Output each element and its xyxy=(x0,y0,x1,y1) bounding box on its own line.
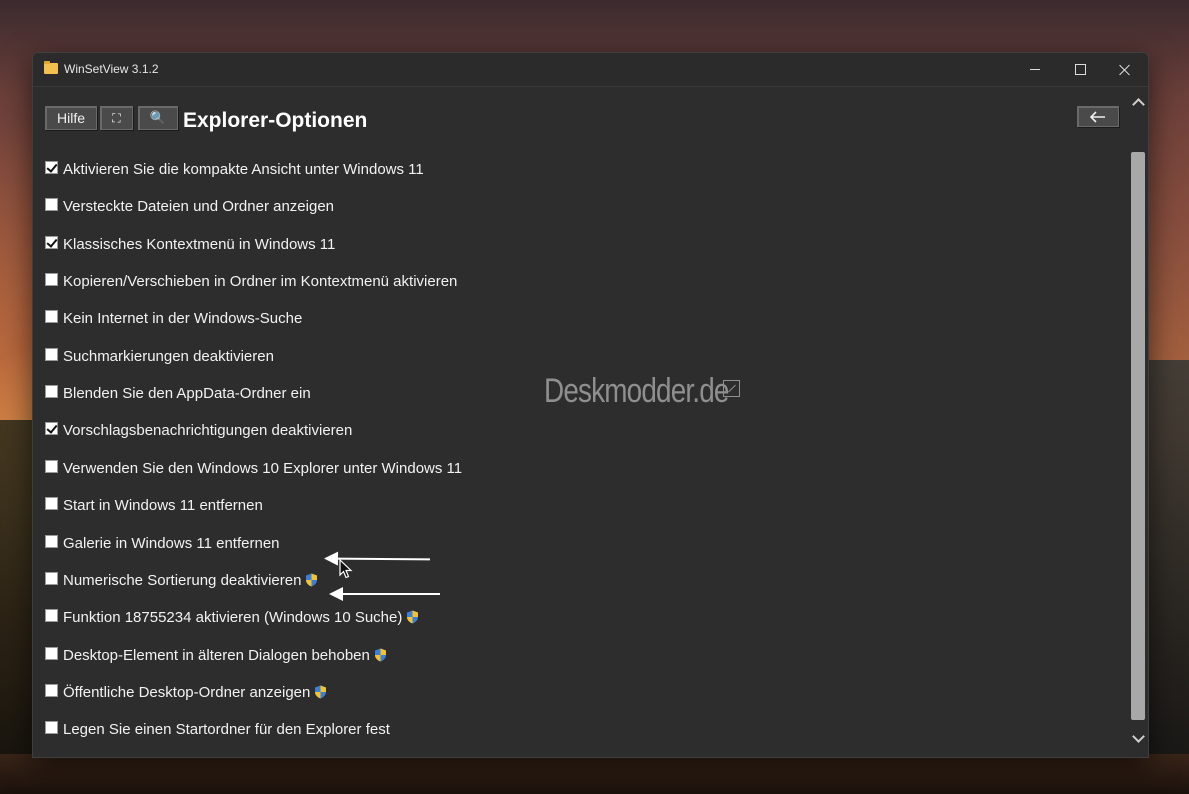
maximize-button[interactable] xyxy=(1057,53,1103,86)
option-row[interactable]: Kopieren/Verschieben in Ordner im Kontex… xyxy=(45,271,457,291)
option-label[interactable]: Kopieren/Verschieben in Ordner im Kontex… xyxy=(63,273,457,290)
window-title: WinSetView 3.1.2 xyxy=(64,62,159,76)
arrow-left-icon xyxy=(1090,110,1105,123)
watermark: Deskmodder.de xyxy=(544,372,729,410)
uac-shield-icon xyxy=(407,610,419,624)
watermark-logo-icon xyxy=(723,380,740,397)
minimize-button[interactable] xyxy=(1012,53,1058,86)
option-checkbox[interactable] xyxy=(45,161,58,174)
option-checkbox[interactable] xyxy=(45,647,58,660)
option-checkbox[interactable] xyxy=(45,572,58,585)
option-checkbox[interactable] xyxy=(45,348,58,361)
option-row[interactable]: Numerische Sortierung deaktivieren xyxy=(45,570,318,590)
option-row[interactable]: Verwenden Sie den Windows 10 Explorer un… xyxy=(45,458,462,478)
option-row[interactable]: Galerie in Windows 11 entfernen xyxy=(45,533,280,553)
option-label[interactable]: Desktop-Element in älteren Dialogen beho… xyxy=(63,647,370,664)
title-bar[interactable]: WinSetView 3.1.2 xyxy=(33,53,1148,87)
option-label[interactable]: Numerische Sortierung deaktivieren xyxy=(63,572,301,589)
option-checkbox[interactable] xyxy=(45,497,58,510)
app-window: WinSetView 3.1.2 Hilfe ⛶ 🔍 Explorer-Opti… xyxy=(32,52,1149,758)
option-row[interactable]: Desktop-Element in älteren Dialogen beho… xyxy=(45,645,387,665)
option-checkbox[interactable] xyxy=(45,236,58,249)
uac-shield-icon xyxy=(374,648,386,662)
option-checkbox[interactable] xyxy=(45,535,58,548)
folder-icon xyxy=(44,61,58,74)
vertical-scrollbar[interactable] xyxy=(1129,87,1147,757)
option-row[interactable]: Funktion 18755234 aktivieren (Windows 10… xyxy=(45,607,419,627)
uac-shield-icon xyxy=(315,685,327,699)
fullscreen-icon: ⛶ xyxy=(112,110,121,125)
option-label[interactable]: Legen Sie einen Startordner für den Expl… xyxy=(63,721,390,738)
option-row[interactable]: Blenden Sie den AppData-Ordner ein xyxy=(45,383,311,403)
option-row[interactable]: Legen Sie einen Startordner für den Expl… xyxy=(45,719,390,739)
scroll-thumb[interactable] xyxy=(1131,152,1145,720)
option-label[interactable]: Vorschlagsbenachrichtigungen deaktiviere… xyxy=(63,422,352,439)
option-label[interactable]: Blenden Sie den AppData-Ordner ein xyxy=(63,385,311,402)
option-checkbox[interactable] xyxy=(45,198,58,211)
option-checkbox[interactable] xyxy=(45,385,58,398)
option-checkbox[interactable] xyxy=(45,460,58,473)
option-row[interactable]: Start in Windows 11 entfernen xyxy=(45,495,263,515)
option-checkbox[interactable] xyxy=(45,422,58,435)
close-button[interactable] xyxy=(1102,53,1148,86)
option-row[interactable]: Versteckte Dateien und Ordner anzeigen xyxy=(45,196,334,216)
option-row[interactable]: Vorschlagsbenachrichtigungen deaktiviere… xyxy=(45,420,352,440)
mouse-cursor-icon xyxy=(339,559,353,579)
maximize-icon xyxy=(1074,64,1086,75)
option-checkbox[interactable] xyxy=(45,684,58,697)
option-row[interactable]: Suchmarkierungen deaktivieren xyxy=(45,346,274,366)
option-label[interactable]: Öffentliche Desktop-Ordner anzeigen xyxy=(63,684,310,701)
option-row[interactable]: Öffentliche Desktop-Ordner anzeigen xyxy=(45,682,327,702)
option-label[interactable]: Galerie in Windows 11 entfernen xyxy=(63,535,280,552)
option-checkbox[interactable] xyxy=(45,721,58,734)
scroll-up-button[interactable] xyxy=(1129,93,1147,111)
option-label[interactable]: Verwenden Sie den Windows 10 Explorer un… xyxy=(63,460,462,477)
help-button[interactable]: Hilfe xyxy=(45,106,97,130)
option-label[interactable]: Start in Windows 11 entfernen xyxy=(63,497,263,514)
option-label[interactable]: Versteckte Dateien und Ordner anzeigen xyxy=(63,198,334,215)
uac-shield-icon xyxy=(306,573,318,587)
option-row[interactable]: Kein Internet in der Windows-Suche xyxy=(45,308,302,328)
chevron-up-icon xyxy=(1131,97,1145,111)
option-label[interactable]: Funktion 18755234 aktivieren (Windows 10… xyxy=(63,609,402,626)
option-checkbox[interactable] xyxy=(45,609,58,622)
close-icon xyxy=(1119,64,1131,76)
chevron-down-icon xyxy=(1131,729,1145,743)
search-icon: 🔍 xyxy=(149,110,167,125)
search-button[interactable]: 🔍 xyxy=(138,106,178,130)
option-label[interactable]: Kein Internet in der Windows-Suche xyxy=(63,310,302,327)
fullscreen-button[interactable]: ⛶ xyxy=(100,106,133,130)
annotation-arrow-gallery xyxy=(341,593,440,595)
minimize-icon xyxy=(1030,69,1040,70)
option-label[interactable]: Klassisches Kontextmenü in Windows 11 xyxy=(63,236,335,253)
option-checkbox[interactable] xyxy=(45,310,58,323)
page-title: Explorer-Optionen xyxy=(183,109,368,132)
scroll-down-button[interactable] xyxy=(1129,729,1147,747)
option-label[interactable]: Aktivieren Sie die kompakte Ansicht unte… xyxy=(63,161,424,178)
option-checkbox[interactable] xyxy=(45,273,58,286)
options-panel: Hilfe ⛶ 🔍 Explorer-Optionen Aktivieren S… xyxy=(33,87,1129,757)
back-button[interactable] xyxy=(1077,106,1119,127)
option-row[interactable]: Aktivieren Sie die kompakte Ansicht unte… xyxy=(45,159,424,179)
option-row[interactable]: Klassisches Kontextmenü in Windows 11 xyxy=(45,234,335,254)
option-label[interactable]: Suchmarkierungen deaktivieren xyxy=(63,348,274,365)
wallpaper-bottom xyxy=(0,754,1189,794)
